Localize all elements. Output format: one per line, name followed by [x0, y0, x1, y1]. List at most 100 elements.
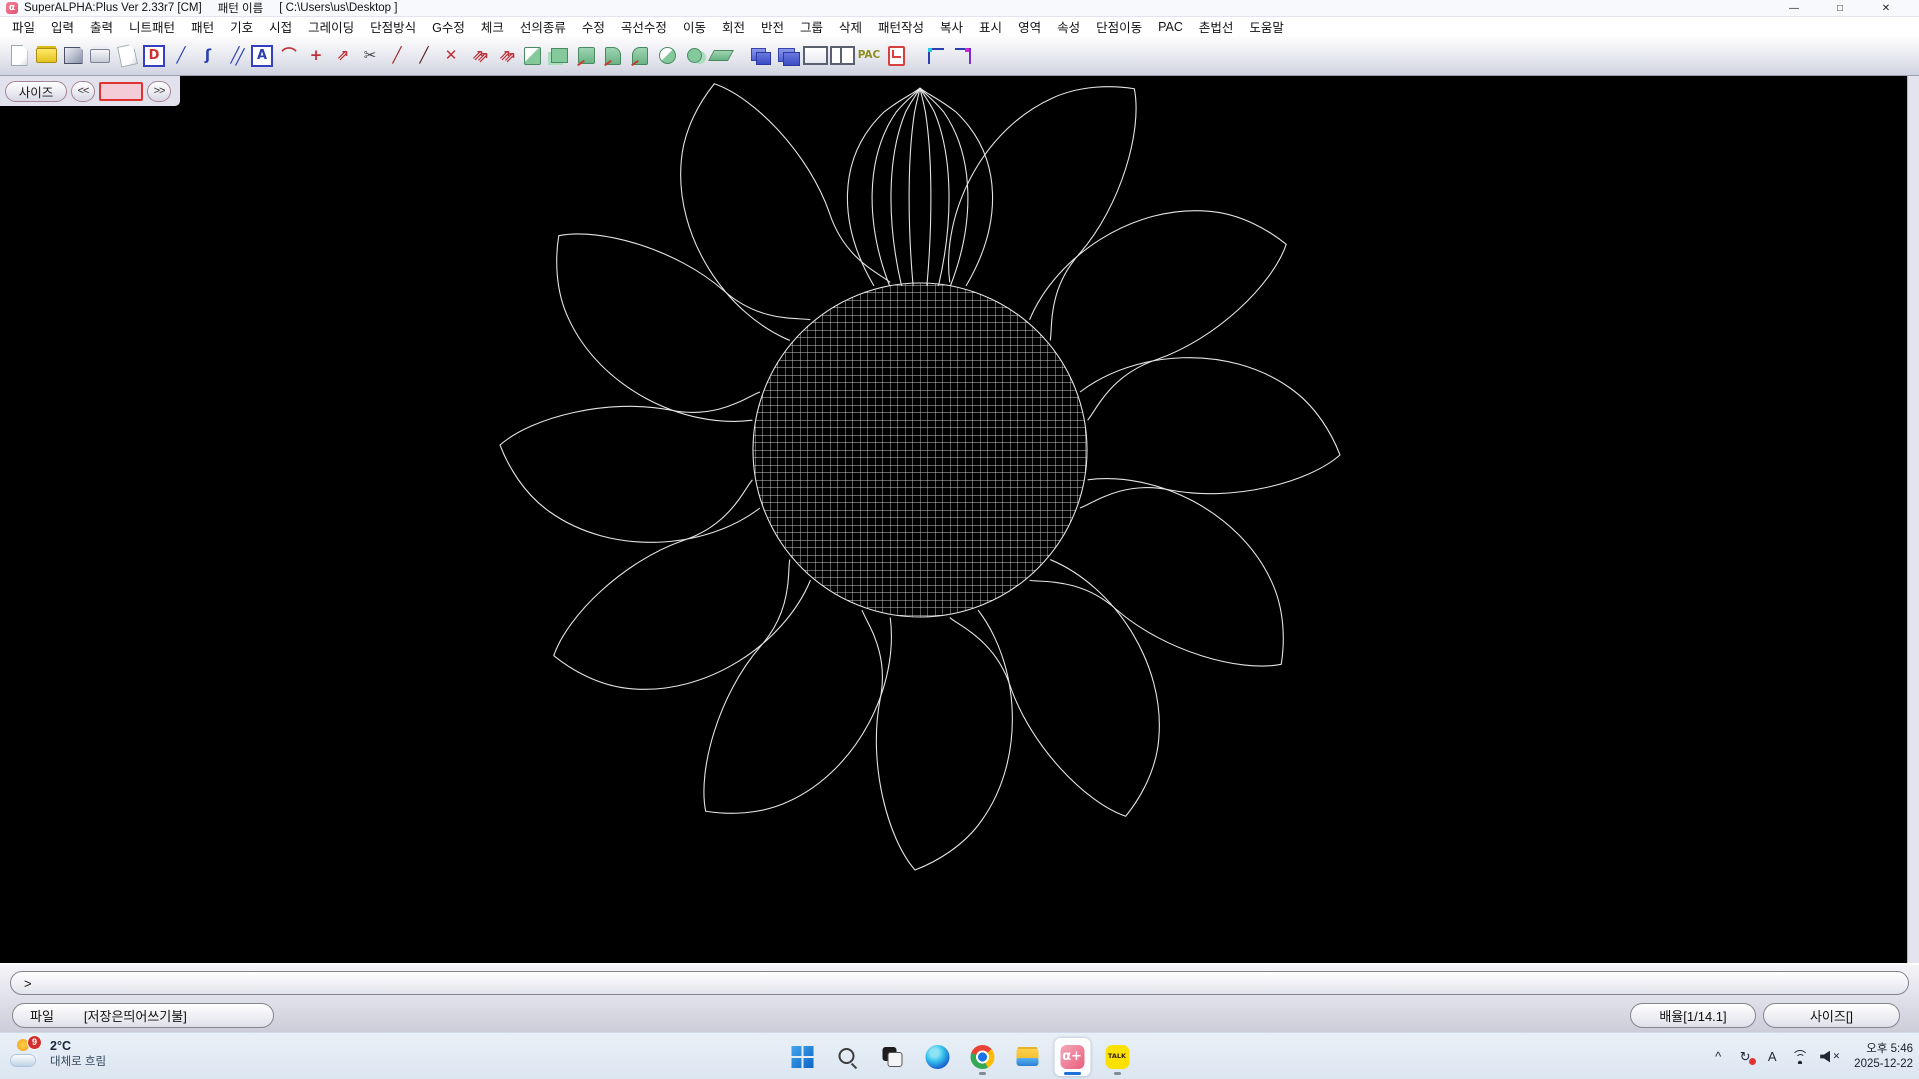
edge-taskbar-button[interactable] — [919, 1038, 955, 1076]
menu-item-도움말[interactable]: 도움말 — [1241, 17, 1292, 36]
skew-piece-icon[interactable] — [708, 41, 734, 71]
text-input-icon[interactable]: A — [251, 45, 273, 67]
clock-time: 오후 5:46 — [1866, 1042, 1913, 1057]
open-file-icon[interactable] — [33, 41, 59, 71]
scale-indicator[interactable]: 배율[1/14.1] — [1630, 1003, 1756, 1028]
menu-item-단점이동[interactable]: 단점이동 — [1088, 17, 1150, 36]
menu-item-이동[interactable]: 이동 — [675, 17, 714, 36]
menu-item-패턴[interactable]: 패턴 — [183, 17, 222, 36]
chrome-taskbar-button[interactable] — [964, 1038, 1000, 1076]
menu-item-선의종류[interactable]: 선의종류 — [512, 17, 574, 36]
menu-item-삭제[interactable]: 삭제 — [831, 17, 870, 36]
move-diagonal-icon[interactable]: ⇗ — [465, 41, 491, 71]
corner-point-icon[interactable] — [923, 41, 949, 71]
draw-line-icon[interactable]: ╱ — [168, 41, 194, 71]
taskview-icon — [880, 1045, 904, 1069]
explorer-taskbar-button[interactable] — [1009, 1038, 1045, 1076]
menu-item-기호[interactable]: 기호 — [222, 17, 261, 36]
size-tab-button[interactable]: 사이즈 — [5, 81, 67, 102]
menu-item-니트패턴[interactable]: 니트패턴 — [121, 17, 183, 36]
menu-item-그룹[interactable]: 그룹 — [792, 17, 831, 36]
menu-item-곡선수정[interactable]: 곡선수정 — [613, 17, 675, 36]
maximize-button[interactable]: □ — [1817, 3, 1863, 14]
frame-view-icon[interactable] — [802, 41, 828, 71]
menu-item-반전[interactable]: 반전 — [753, 17, 792, 36]
menu-item-영역[interactable]: 영역 — [1010, 17, 1049, 36]
wifi-icon[interactable] — [1791, 1050, 1809, 1064]
menu-item-수정[interactable]: 수정 — [574, 17, 613, 36]
copy-diagonal-icon[interactable]: ⇗ — [492, 41, 518, 71]
piece-left-icon[interactable] — [600, 41, 626, 71]
menu-item-그레이딩[interactable]: 그레이딩 — [300, 17, 362, 36]
piece-right-icon[interactable] — [627, 41, 653, 71]
sheet-icon[interactable] — [114, 41, 140, 71]
pen-dark-icon[interactable]: ╱ — [411, 41, 437, 71]
edge-icon — [925, 1045, 949, 1069]
frame-split-icon[interactable] — [829, 41, 855, 71]
pac-doc-icon[interactable]: D — [143, 45, 165, 67]
size-input[interactable] — [99, 82, 143, 101]
menu-item-촌법선[interactable]: 촌법선 — [1191, 17, 1242, 36]
menu-item-입력[interactable]: 입력 — [43, 17, 82, 36]
start-taskbar-button[interactable] — [784, 1038, 820, 1076]
plot-output-icon[interactable] — [87, 41, 113, 71]
pen-red-icon[interactable]: ╱ — [384, 41, 410, 71]
round-pair-icon[interactable] — [681, 41, 707, 71]
size-next-button[interactable]: >> — [147, 81, 171, 102]
update-icon[interactable]: ↻ — [1737, 1049, 1753, 1065]
menu-item-PAC[interactable]: PAC — [1150, 20, 1191, 34]
pac-page-icon[interactable] — [883, 41, 909, 71]
command-prompt: > — [24, 976, 32, 991]
menu-item-패턴작성[interactable]: 패턴작성 — [870, 17, 932, 36]
measure-arrow-icon[interactable]: ⇗ — [330, 41, 356, 71]
menu-item-속성[interactable]: 속성 — [1049, 17, 1088, 36]
round-white-icon[interactable] — [654, 41, 680, 71]
menu-item-체크[interactable]: 체크 — [473, 17, 512, 36]
hidden-icons-icon[interactable]: ^ — [1710, 1049, 1726, 1064]
volume-muted-icon[interactable] — [1820, 1050, 1840, 1064]
close-button[interactable]: ✕ — [1863, 3, 1909, 14]
bottom-panel: > 파일 [저장은띄어쓰기불] 배율[1/14.1] 사이즈[] — [0, 963, 1919, 1032]
kakaotalk-taskbar-button[interactable]: TALK — [1099, 1038, 1135, 1076]
kakaotalk-icon: TALK — [1105, 1045, 1129, 1069]
menu-item-표시[interactable]: 표시 — [971, 17, 1010, 36]
layer-pages-multi-icon[interactable] — [775, 41, 801, 71]
menu-item-파일[interactable]: 파일 — [4, 17, 43, 36]
save-file-icon[interactable] — [60, 41, 86, 71]
pattern-canvas[interactable]: 사이즈 << >> — [0, 76, 1907, 963]
layer-pages-icon[interactable] — [748, 41, 774, 71]
weather-widget[interactable]: 9 2°C 대체로 흐림 — [10, 1038, 106, 1070]
new-file-icon[interactable] — [6, 41, 32, 71]
page-arrow-icon[interactable] — [519, 41, 545, 71]
menu-item-복사[interactable]: 복사 — [932, 17, 971, 36]
search-taskbar-button[interactable] — [829, 1038, 865, 1076]
draw-arc-icon[interactable]: ⌒ — [276, 41, 302, 71]
weather-cloud-icon: 9 — [10, 1038, 42, 1070]
superalpha-taskbar-button[interactable]: α+ — [1054, 1038, 1090, 1076]
vertical-scrollbar[interactable] — [1907, 76, 1919, 963]
menu-item-시접[interactable]: 시접 — [261, 17, 300, 36]
cut-line-icon[interactable]: ✂ — [357, 41, 383, 71]
pattern-canvas-svg — [0, 76, 1907, 963]
menu-item-G수정[interactable]: G수정 — [424, 17, 473, 36]
menu-item-회전[interactable]: 회전 — [714, 17, 753, 36]
point-mark-icon[interactable]: + — [303, 41, 329, 71]
command-input[interactable]: > — [10, 971, 1909, 995]
minimize-button[interactable]: — — [1771, 3, 1817, 14]
menu-item-단점방식[interactable]: 단점방식 — [362, 17, 424, 36]
size-prev-button[interactable]: << — [71, 81, 95, 102]
taskview-taskbar-button[interactable] — [874, 1038, 910, 1076]
corner-move-icon[interactable] — [950, 41, 976, 71]
menu-item-출력[interactable]: 출력 — [82, 17, 121, 36]
draw-parallel-icon[interactable]: ╱ — [222, 41, 248, 71]
pages-pair-icon[interactable] — [546, 41, 572, 71]
taskbar-clock[interactable]: 오후 5:46 2025-12-22 — [1854, 1042, 1913, 1072]
superalpha-indicator — [1064, 1072, 1081, 1075]
file-status-button[interactable]: 파일 [저장은띄어쓰기불] — [12, 1003, 274, 1028]
page-rotate-icon[interactable] — [573, 41, 599, 71]
delete-cross-icon[interactable]: ✕ — [438, 41, 464, 71]
pac-label-icon[interactable]: PAC — [856, 41, 882, 71]
ime-korean-icon[interactable]: A — [1764, 1049, 1780, 1064]
size-indicator[interactable]: 사이즈[] — [1763, 1003, 1900, 1028]
draw-curve-icon[interactable]: ʃ — [195, 41, 221, 71]
